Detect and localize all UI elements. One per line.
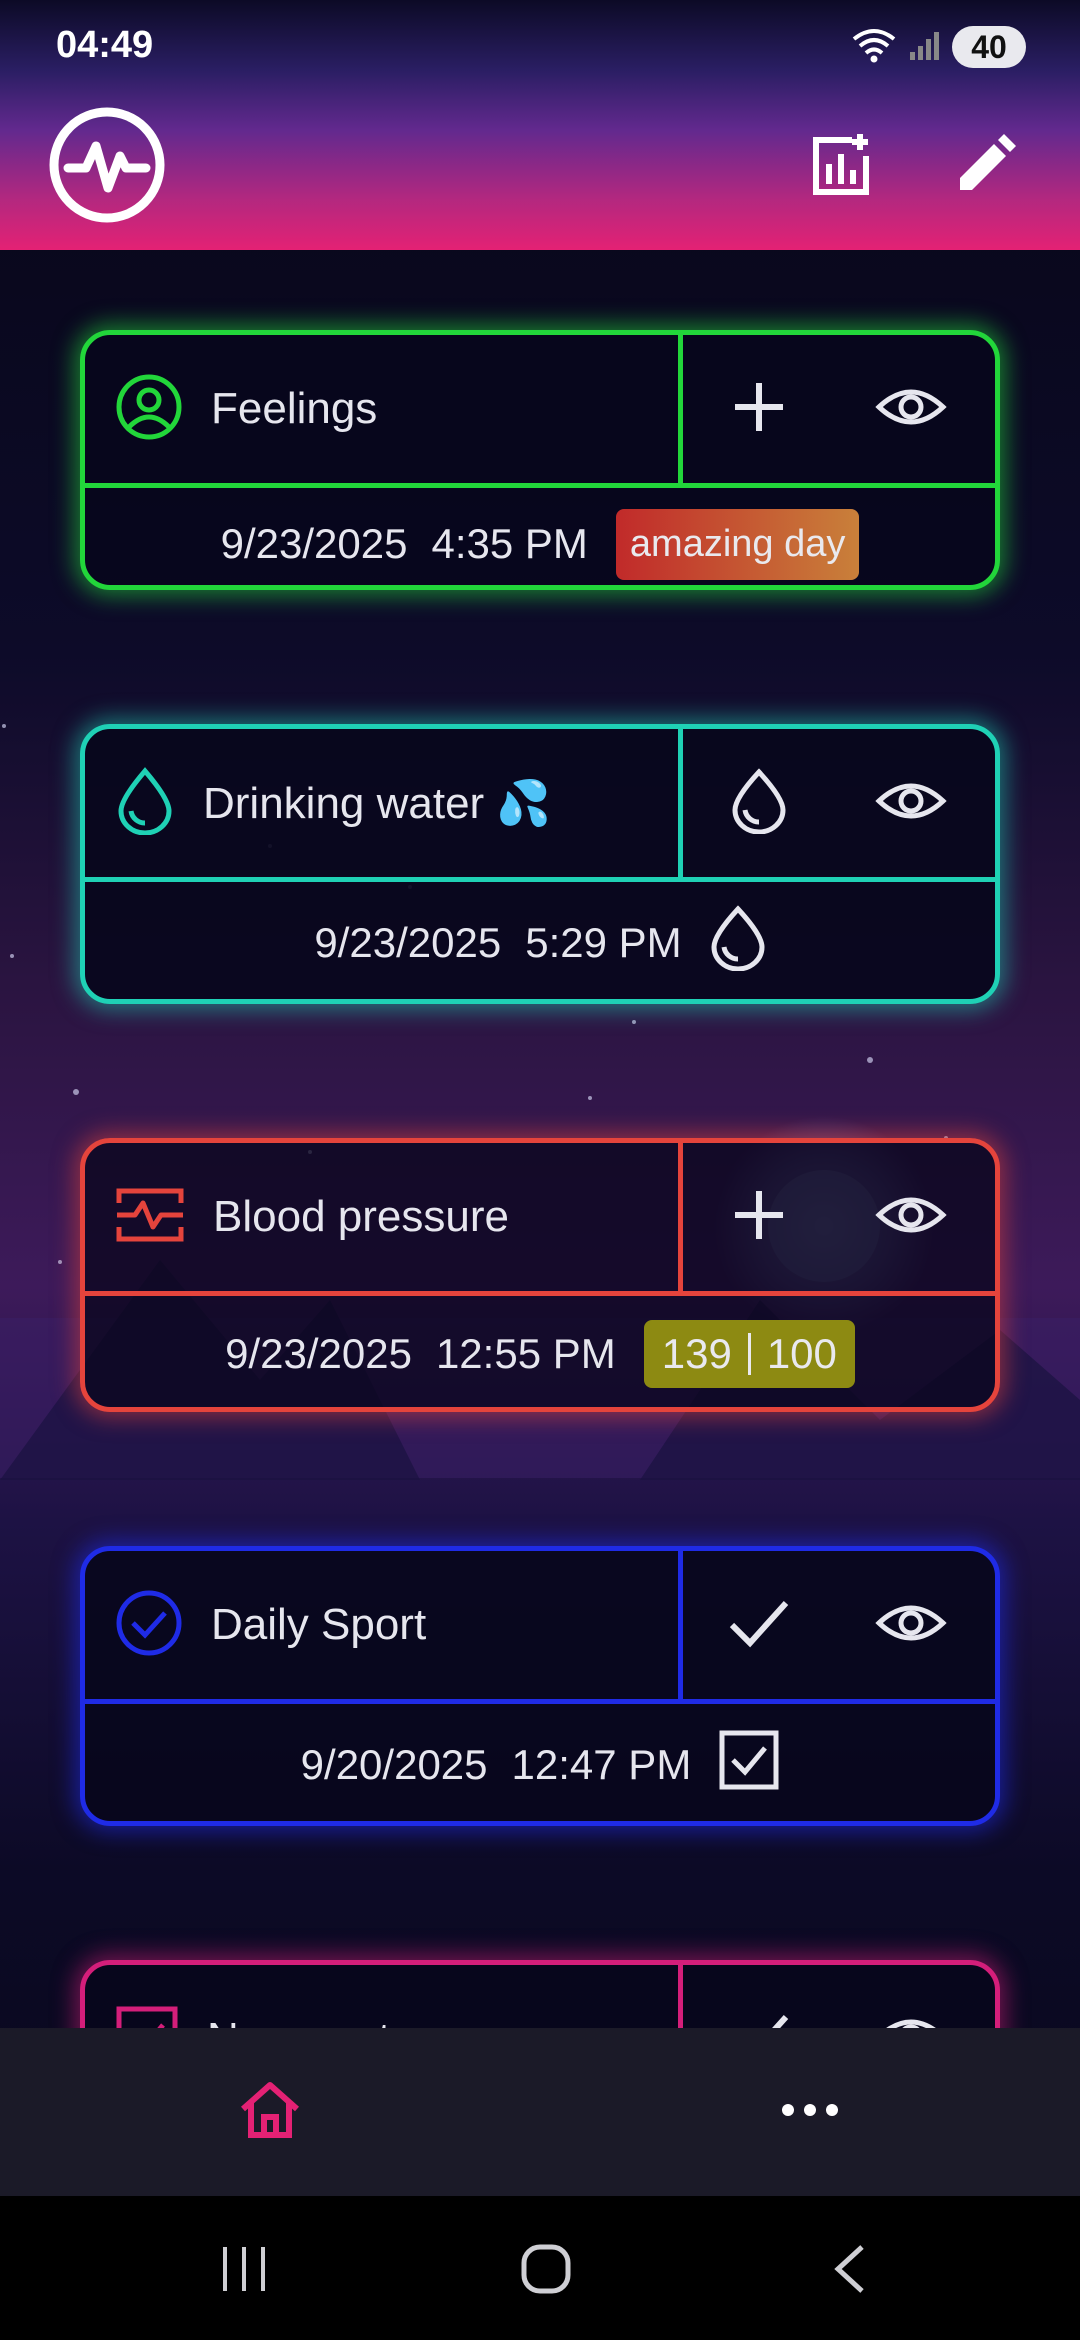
signal-icon <box>908 28 942 67</box>
view-button[interactable] <box>835 1143 987 1291</box>
tracker-card-blood-pressure: Blood pressure 9/23/2025 12:55 PM 139 10… <box>80 1138 1000 1412</box>
view-button[interactable] <box>835 1965 987 2028</box>
entry-time: 12:55 PM <box>435 1330 616 1377</box>
last-entry: 9/23/2025 12:55 PM 139 100 <box>85 1296 995 1407</box>
edit-button[interactable] <box>942 126 1026 210</box>
recents-icon <box>219 2245 269 2298</box>
check-circle-icon <box>115 1589 183 1662</box>
tracker-title[interactable]: No sweets <box>85 1965 683 2028</box>
tracker-title[interactable]: Feelings <box>85 335 683 483</box>
edit-icon <box>952 133 1016 203</box>
checkbox-icon <box>115 2005 179 2028</box>
recents-button[interactable] <box>194 2236 294 2306</box>
tracker-name: Blood pressure <box>213 1192 509 1241</box>
check-entry-button[interactable] <box>683 1965 835 2028</box>
eye-icon <box>875 383 947 436</box>
tracker-name: Daily Sport <box>211 1600 427 1649</box>
tracker-name: No sweets <box>207 2014 412 2028</box>
view-button[interactable] <box>835 729 987 877</box>
eye-icon <box>875 777 947 830</box>
entry-date: 9/23/2025 <box>220 520 408 567</box>
back-icon <box>830 2243 870 2300</box>
check-entry-button[interactable] <box>683 1551 835 1699</box>
tracker-card-feelings: Feelings 9/23/2025 4:35 PM amazing day <box>80 330 1000 590</box>
systolic-value: 139 <box>661 1330 732 1377</box>
entry-date: 9/23/2025 <box>225 1330 412 1377</box>
add-chart-icon <box>808 133 872 203</box>
view-button[interactable] <box>835 1551 987 1699</box>
last-entry: 9/23/2025 4:35 PM amazing day <box>85 488 995 585</box>
eye-icon <box>875 1599 947 1652</box>
entry-time: 4:35 PM <box>431 520 588 567</box>
add-entry-button[interactable] <box>683 1143 835 1291</box>
diastolic-value: 100 <box>766 1330 837 1377</box>
tracker-list: Feelings 9/23/2025 4:35 PM amazing day D… <box>0 250 1080 2028</box>
person-circle-icon <box>115 373 183 446</box>
tracker-name: Drinking water 💦 <box>203 779 552 828</box>
heartbeat-logo-icon[interactable] <box>48 106 166 224</box>
more-icon <box>780 2100 840 2125</box>
add-entry-button[interactable] <box>683 729 835 877</box>
eye-icon <box>875 2013 947 2028</box>
divider <box>747 1333 751 1375</box>
last-entry: 9/20/2025 12:47 PM <box>85 1704 995 1821</box>
bottom-navigation <box>0 2028 1080 2196</box>
water-drop-icon <box>731 767 787 839</box>
tracker-card-no-sweets: No sweets <box>80 1960 1000 2028</box>
home-circle-icon <box>520 2243 572 2300</box>
tracker-title[interactable]: Drinking water 💦 <box>85 729 683 877</box>
add-entry-button[interactable] <box>683 335 835 483</box>
check-icon <box>728 2011 790 2028</box>
add-chart-button[interactable] <box>798 126 882 210</box>
water-drop-icon <box>710 905 766 981</box>
tracker-card-drinking-water: Drinking water 💦 9/23/2025 5:29 PM <box>80 724 1000 1004</box>
check-icon <box>728 1597 790 1654</box>
monitor-heart-icon <box>115 1185 185 1250</box>
entry-time: 5:29 PM <box>525 919 682 966</box>
system-home-button[interactable] <box>496 2236 596 2306</box>
status-bar: 04:49 40 <box>0 0 1080 100</box>
plus-icon <box>731 379 787 440</box>
wifi-icon <box>850 25 898 70</box>
entry-date: 9/20/2025 <box>300 1741 488 1788</box>
entry-time: 12:47 PM <box>511 1741 692 1788</box>
battery-icon: 40 <box>952 26 1026 68</box>
eye-icon <box>875 1191 947 1244</box>
tracker-title[interactable]: Blood pressure <box>85 1143 683 1291</box>
plus-icon <box>731 1187 787 1248</box>
checkbox-checked-icon <box>719 1730 779 1800</box>
status-time: 04:49 <box>56 24 154 66</box>
tracker-title[interactable]: Daily Sport <box>85 1551 683 1699</box>
tracker-name: Feelings <box>211 384 378 433</box>
nav-home-button[interactable] <box>220 2062 320 2162</box>
system-navigation <box>0 2196 1080 2340</box>
entry-value-badge: 139 100 <box>643 1320 855 1388</box>
nav-more-button[interactable] <box>760 2062 860 2162</box>
home-icon <box>237 2079 303 2146</box>
water-drop-icon <box>115 766 175 840</box>
view-button[interactable] <box>835 335 987 483</box>
status-icons: 40 <box>850 24 1026 70</box>
entry-date: 9/23/2025 <box>314 919 502 966</box>
entry-value-badge: amazing day <box>615 508 860 580</box>
last-entry: 9/23/2025 5:29 PM <box>85 882 995 999</box>
back-button[interactable] <box>800 2236 900 2306</box>
tracker-card-daily-sport: Daily Sport 9/20/2025 12:47 PM <box>80 1546 1000 1826</box>
